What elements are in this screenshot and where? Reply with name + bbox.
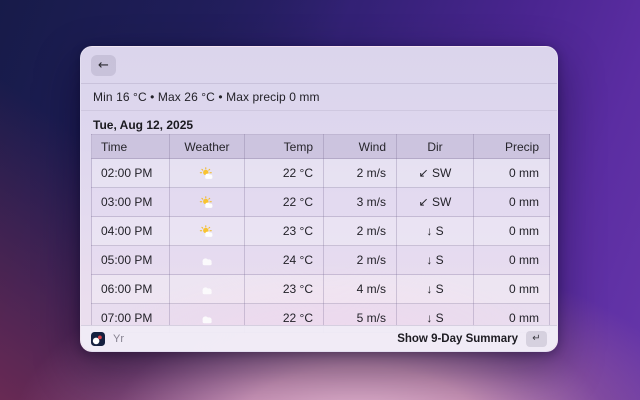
weather-cell [170, 246, 245, 275]
column-header-weather: Weather [170, 135, 245, 159]
action-label: Show 9-Day Summary [397, 333, 518, 345]
dir-cell: ↓ S [397, 246, 474, 275]
dir-cell: ↙ SW [397, 159, 474, 188]
forecast-row: 02:00 PM 22 °C 2 m/s ↙ SW 0 mm [92, 159, 550, 188]
weather-forecast-window: ← Min 16 °C • Max 26 °C • Max precip 0 m… [80, 46, 558, 352]
temp-cell: 23 °C [245, 275, 324, 304]
forecast-row: 03:00 PM 22 °C 3 m/s ↙ SW 0 mm [92, 188, 550, 217]
table-header-row: TimeWeatherTempWindDirPrecip [92, 135, 550, 159]
weather-cell [170, 159, 245, 188]
precip-cell: 0 mm [474, 246, 550, 275]
summary-line: Min 16 °C • Max 26 °C • Max precip 0 mm [81, 84, 557, 111]
footer-bar: Yr Show 9-Day Summary ↵ [81, 325, 557, 351]
date-heading: Tue, Aug 12, 2025 [81, 111, 557, 134]
cloud-icon [199, 312, 215, 325]
sun-behind-cloud-icon [199, 167, 215, 180]
weather-cell [170, 188, 245, 217]
temp-cell: 22 °C [245, 159, 324, 188]
sun-behind-cloud-icon [199, 196, 215, 209]
source-label: Yr [113, 333, 124, 345]
return-key-badge: ↵ [526, 331, 547, 347]
yr-logo-icon [91, 332, 105, 346]
dir-cell: ↙ SW [397, 188, 474, 217]
back-button[interactable]: ← [91, 55, 116, 76]
forecast-row: 06:00 PM 23 °C 4 m/s ↓ S 0 mm [92, 275, 550, 304]
precip-cell: 0 mm [474, 217, 550, 246]
sun-behind-cloud-icon [199, 225, 215, 238]
return-key-icon: ↵ [532, 333, 540, 344]
temp-cell: 24 °C [245, 246, 324, 275]
back-arrow-icon: ← [98, 58, 109, 73]
time-cell: 02:00 PM [92, 159, 170, 188]
column-header-temp: Temp [245, 135, 324, 159]
window-header: ← [81, 47, 557, 84]
column-header-time: Time [92, 135, 170, 159]
wind-cell: 4 m/s [324, 275, 397, 304]
forecast-table-body: 02:00 PM 22 °C 2 m/s ↙ SW 0 mm 03:00 PM … [92, 159, 550, 333]
column-header-precip: Precip [474, 135, 550, 159]
show-summary-action[interactable]: Show 9-Day Summary ↵ [397, 331, 547, 347]
wind-cell: 2 m/s [324, 217, 397, 246]
wind-cell: 2 m/s [324, 246, 397, 275]
precip-cell: 0 mm [474, 159, 550, 188]
weather-cell [170, 275, 245, 304]
wind-cell: 2 m/s [324, 159, 397, 188]
dir-cell: ↓ S [397, 217, 474, 246]
desktop-wallpaper: ← Min 16 °C • Max 26 °C • Max precip 0 m… [0, 0, 640, 400]
precip-cell: 0 mm [474, 275, 550, 304]
column-header-wind: Wind [324, 135, 397, 159]
forecast-table: TimeWeatherTempWindDirPrecip 02:00 PM 22… [91, 134, 550, 333]
time-cell: 05:00 PM [92, 246, 170, 275]
weather-cell [170, 217, 245, 246]
cloud-icon [199, 254, 215, 267]
forecast-row: 05:00 PM 24 °C 2 m/s ↓ S 0 mm [92, 246, 550, 275]
cloud-icon [199, 283, 215, 296]
forecast-row: 04:00 PM 23 °C 2 m/s ↓ S 0 mm [92, 217, 550, 246]
precip-cell: 0 mm [474, 188, 550, 217]
wind-cell: 3 m/s [324, 188, 397, 217]
time-cell: 06:00 PM [92, 275, 170, 304]
time-cell: 04:00 PM [92, 217, 170, 246]
column-header-dir: Dir [397, 135, 474, 159]
dir-cell: ↓ S [397, 275, 474, 304]
temp-cell: 23 °C [245, 217, 324, 246]
temp-cell: 22 °C [245, 188, 324, 217]
time-cell: 03:00 PM [92, 188, 170, 217]
